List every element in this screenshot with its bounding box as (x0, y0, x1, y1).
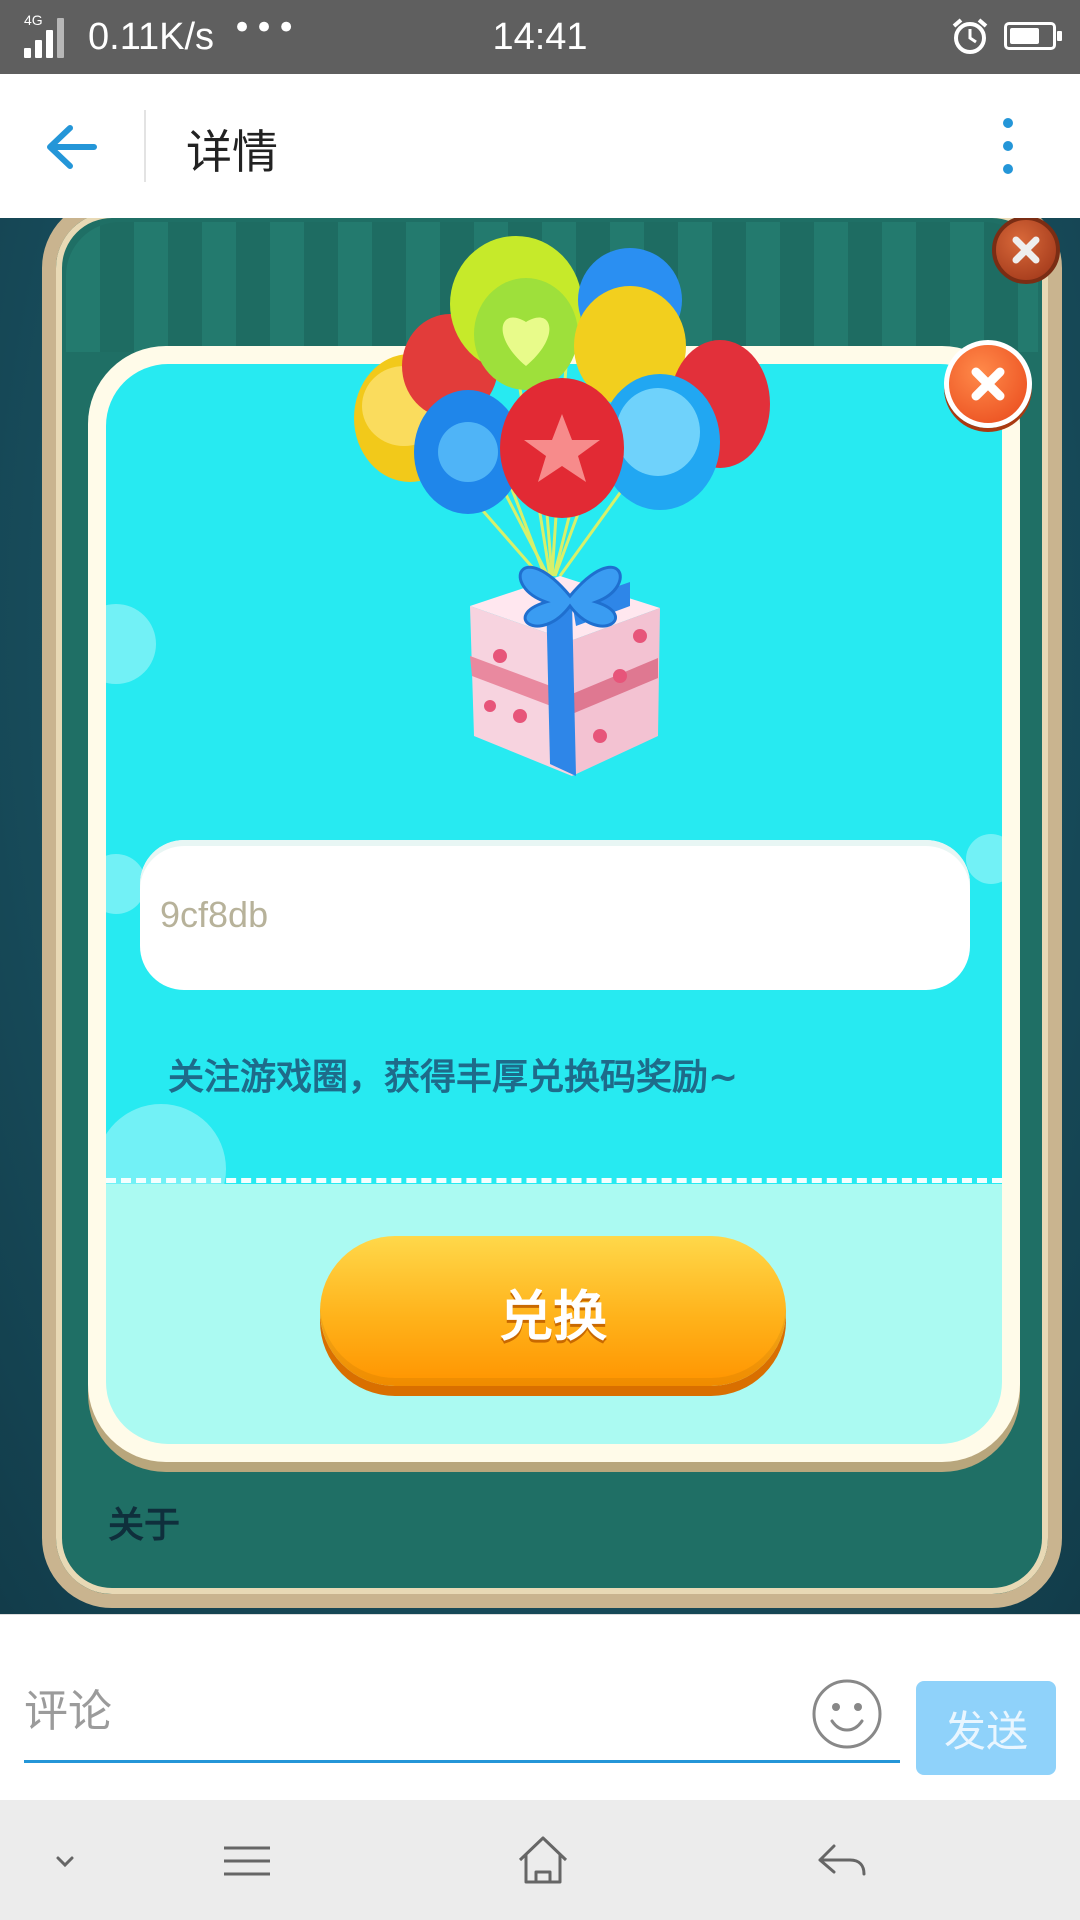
redeem-code-input[interactable] (140, 840, 970, 990)
app-bar: 详情 (0, 74, 1080, 219)
send-button[interactable]: 发送 (916, 1681, 1056, 1775)
comment-bar: 发送 (0, 1614, 1080, 1801)
app-bar-divider (144, 110, 146, 182)
back-arrow-icon[interactable] (30, 112, 118, 182)
battery-level (1010, 28, 1039, 44)
balloons-gift-illustration (354, 236, 770, 776)
status-bar: 4G 0.11K/s ••• 14:41 (0, 0, 1080, 74)
chevron-down-icon[interactable] (30, 1826, 100, 1896)
dialog-divider (106, 1178, 1002, 1183)
comment-input[interactable] (24, 1663, 900, 1763)
menu-icon[interactable] (212, 1826, 282, 1896)
more-options-icon[interactable] (986, 114, 1030, 178)
back-dialog-close-icon[interactable] (992, 218, 1060, 284)
redeem-dialog-close-icon[interactable] (944, 340, 1032, 428)
home-icon[interactable] (508, 1826, 578, 1896)
redeem-button[interactable]: 兑换 (320, 1236, 786, 1386)
redeem-hint: 关注游戏圈，获得丰厚兑换码奖励~ (168, 1057, 739, 1098)
battery-icon (1004, 22, 1062, 50)
system-nav-bar (0, 1800, 1080, 1920)
smiley-icon[interactable] (810, 1677, 884, 1751)
gift-box (470, 565, 660, 776)
back-icon[interactable] (806, 1826, 876, 1896)
alarm-icon (952, 18, 988, 54)
clock: 14:41 (492, 16, 588, 58)
page-title: 详情 (186, 125, 278, 179)
about-label[interactable]: 关于 (108, 1496, 180, 1548)
